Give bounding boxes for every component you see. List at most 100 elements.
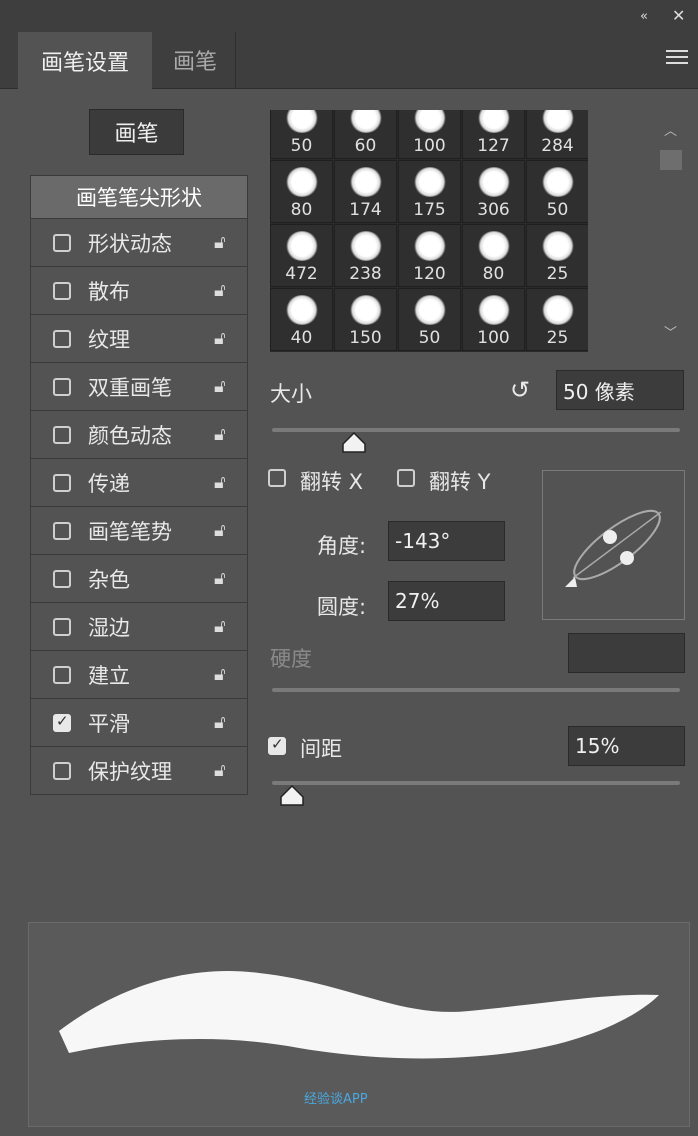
brush-tip-cell[interactable]: 174 — [334, 160, 397, 223]
option-checkbox[interactable] — [53, 521, 71, 540]
brush-tip-cell[interactable]: 25 — [526, 288, 588, 351]
brush-tip-cell[interactable]: 50 — [270, 110, 333, 159]
brushes-button[interactable]: 画笔 — [89, 109, 184, 155]
option-row[interactable]: 双重画笔 🔓︎ — [31, 362, 247, 410]
angle-handle — [603, 530, 617, 544]
scroll-thumb[interactable] — [660, 150, 682, 170]
option-checkbox[interactable] — [53, 233, 71, 252]
collapse-icon[interactable]: « — [640, 9, 648, 24]
brush-tip-cell[interactable]: 175 — [398, 160, 461, 223]
flip-y-box[interactable] — [397, 469, 415, 487]
option-row[interactable]: 画笔笔势 🔓︎ — [31, 506, 247, 554]
brush-size-label: 284 — [541, 136, 574, 156]
flip-x-checkbox[interactable] — [268, 469, 286, 487]
option-row[interactable]: 湿边 🔓︎ — [31, 602, 247, 650]
option-label: 纹理 — [88, 327, 130, 352]
brush-tip-thumbnail — [476, 110, 511, 133]
reset-size-icon[interactable]: ↺ — [510, 376, 530, 404]
brush-tip-cell[interactable]: 60 — [334, 110, 397, 159]
size-slider[interactable] — [272, 428, 680, 432]
option-checkbox[interactable] — [53, 665, 71, 684]
brush-angle-preview[interactable] — [542, 470, 685, 620]
flip-y-checkbox[interactable] — [397, 469, 415, 487]
brush-tip-cell[interactable]: 100 — [462, 288, 525, 351]
lock-icon[interactable]: 🔓︎ — [214, 712, 226, 733]
tab-brush-settings[interactable]: 画笔设置 — [18, 32, 152, 89]
brush-size-label: 50 — [546, 200, 569, 220]
lock-icon[interactable]: 🔓︎ — [214, 472, 226, 493]
flip-x-box[interactable] — [268, 469, 286, 487]
size-label: 大小 — [270, 382, 312, 406]
brush-size-label: 80 — [482, 264, 505, 284]
option-row[interactable]: 传递 🔓︎ — [31, 458, 247, 506]
brush-size-label: 25 — [546, 264, 569, 284]
brush-tip-cell[interactable]: 80 — [270, 160, 333, 223]
angle-ellipse-diagram[interactable] — [543, 471, 684, 619]
brush-tip-shape-item[interactable]: 画笔笔尖形状 — [31, 176, 247, 218]
option-row[interactable]: 纹理 🔓︎ — [31, 314, 247, 362]
brush-tip-cell[interactable]: 80 — [462, 224, 525, 287]
lock-icon[interactable]: 🔓︎ — [214, 328, 226, 349]
option-label: 散布 — [88, 279, 130, 304]
brush-tip-cell[interactable]: 150 — [334, 288, 397, 351]
lock-icon[interactable]: 🔓︎ — [214, 568, 226, 589]
size-slider-knob[interactable] — [341, 432, 367, 454]
brush-tip-cell[interactable]: 40 — [270, 288, 333, 351]
option-checkbox[interactable] — [53, 617, 71, 636]
spacing-checkbox[interactable] — [268, 735, 286, 755]
lock-icon[interactable]: 🔓︎ — [214, 232, 226, 253]
grid-scrollbar[interactable]: ︿ ﹀ — [660, 110, 682, 352]
option-checkbox[interactable] — [53, 569, 71, 588]
lock-icon[interactable]: 🔓︎ — [214, 376, 226, 397]
lock-icon[interactable]: 🔓︎ — [214, 280, 226, 301]
brush-tip-thumbnail — [284, 167, 319, 197]
lock-icon[interactable]: 🔓︎ — [214, 616, 226, 637]
brush-tip-cell[interactable]: 472 — [270, 224, 333, 287]
brush-tip-thumbnail — [476, 231, 511, 261]
angle-input[interactable]: -143° — [388, 521, 505, 561]
option-row[interactable]: 保护纹理 🔓︎ — [31, 746, 247, 794]
brush-tip-thumbnail — [540, 231, 575, 261]
brush-tip-cell[interactable]: 50 — [398, 288, 461, 351]
option-checkbox[interactable] — [53, 761, 71, 780]
option-row[interactable]: 建立 🔓︎ — [31, 650, 247, 698]
option-checkbox[interactable] — [53, 712, 71, 732]
scroll-down-icon[interactable]: ﹀ — [664, 322, 677, 341]
option-row[interactable]: 平滑 🔓︎ — [31, 698, 247, 746]
lock-icon[interactable]: 🔓︎ — [214, 664, 226, 685]
spacing-box[interactable] — [268, 735, 286, 755]
option-checkbox[interactable] — [53, 425, 71, 444]
spacing-input[interactable]: 15% — [568, 726, 685, 766]
option-checkbox[interactable] — [53, 281, 71, 300]
option-row[interactable]: 散布 🔓︎ — [31, 266, 247, 314]
brush-tip-cell[interactable]: 100 — [398, 110, 461, 159]
size-input[interactable]: 50 像素 — [556, 370, 684, 410]
brush-tip-cell[interactable]: 25 — [526, 224, 588, 287]
brush-tip-cell[interactable]: 306 — [462, 160, 525, 223]
brush-size-label: 472 — [285, 264, 318, 284]
scroll-up-icon[interactable]: ︿ — [664, 120, 677, 139]
spacing-slider-knob[interactable] — [279, 785, 305, 807]
panel-menu-icon[interactable] — [666, 50, 688, 68]
brush-tip-cell[interactable]: 50 — [526, 160, 588, 223]
option-checkbox[interactable] — [53, 329, 71, 348]
tab-brushes[interactable]: 画笔 — [155, 32, 236, 88]
option-label: 双重画笔 — [88, 375, 172, 400]
brush-tip-cell[interactable]: 284 — [526, 110, 588, 159]
option-row[interactable]: 杂色 🔓︎ — [31, 554, 247, 602]
option-row[interactable]: 颜色动态 🔓︎ — [31, 410, 247, 458]
option-row[interactable]: 形状动态 🔓︎ — [31, 218, 247, 266]
option-checkbox[interactable] — [53, 377, 71, 396]
brush-tip-cell[interactable]: 238 — [334, 224, 397, 287]
close-icon[interactable]: ✕ — [672, 6, 685, 25]
spacing-slider[interactable] — [272, 781, 680, 785]
lock-icon[interactable]: 🔓︎ — [214, 424, 226, 445]
brush-tip-thumbnail — [412, 110, 447, 133]
option-checkbox[interactable] — [53, 473, 71, 492]
lock-icon[interactable]: 🔓︎ — [214, 760, 226, 781]
brush-tip-thumbnail — [412, 231, 447, 261]
brush-tip-cell[interactable]: 127 — [462, 110, 525, 159]
brush-tip-cell[interactable]: 120 — [398, 224, 461, 287]
roundness-input[interactable]: 27% — [388, 581, 505, 621]
lock-icon[interactable]: 🔓︎ — [214, 520, 226, 541]
